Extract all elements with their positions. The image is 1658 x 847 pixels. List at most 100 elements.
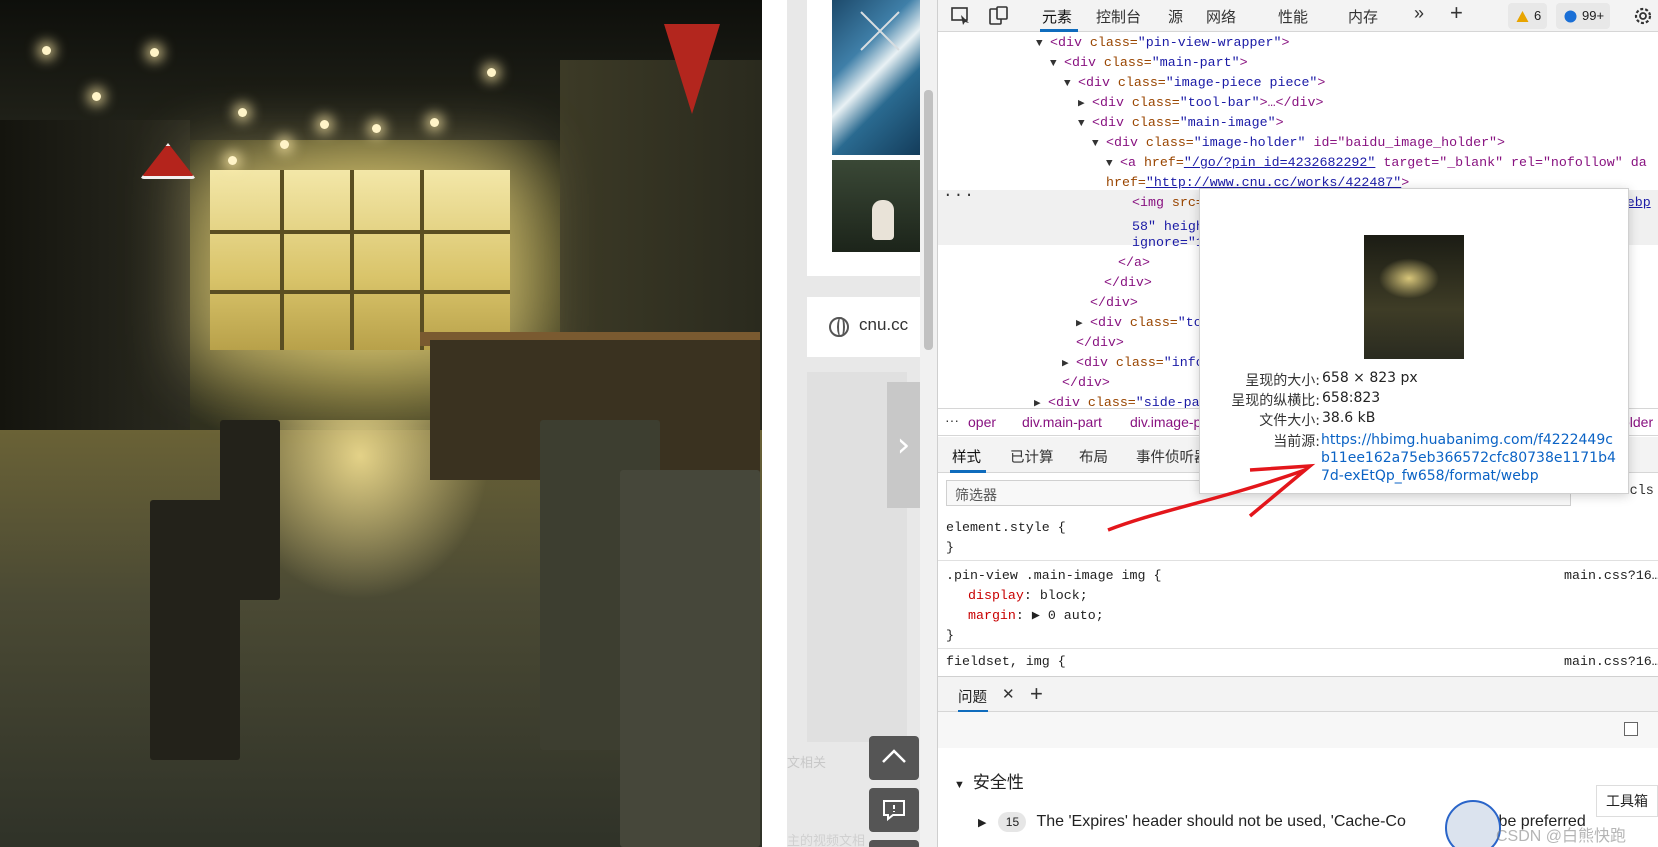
dom-node-line[interactable]: </div> (1062, 335, 1124, 350)
assistant-avatar[interactable] (1445, 800, 1501, 847)
screen: cnu.cc › 文相关 主的视频文相 元素 控制台 源 网络 性能 内存 » … (0, 0, 1658, 847)
dom-attr-name: class= (1129, 315, 1178, 330)
faint-text-2: 主的视频文相 (787, 834, 866, 847)
dom-node-line[interactable]: ▼ <div class="pin-view-wrapper"> (1036, 35, 1289, 50)
watermark: CSDN @白熊快跑 (1496, 828, 1627, 845)
toolbox-button[interactable]: 工具箱 (1596, 785, 1658, 817)
main-image-photo (0, 0, 762, 847)
breadcrumb-more[interactable]: ··· (945, 412, 959, 428)
dom-tag-end: > (1239, 55, 1248, 70)
dom-tag: </a> (1118, 255, 1150, 270)
add-tab-icon[interactable]: + (1450, 0, 1463, 26)
dom-node-line[interactable]: </div> (1090, 275, 1152, 290)
chevron-down-icon[interactable]: ▼ (1064, 78, 1078, 90)
tab-styles[interactable]: 样式 (952, 446, 981, 467)
close-icon[interactable]: ✕ (1002, 685, 1015, 703)
source-site-label: cnu.cc (859, 315, 909, 334)
dom-node-line[interactable]: </a> (1104, 255, 1150, 270)
dom-attr-name: class= (1131, 95, 1180, 110)
page-scrollbar[interactable] (920, 0, 937, 847)
dom-attr-name: class= (1103, 55, 1152, 70)
chevron-right-icon[interactable]: ▶ (1078, 96, 1092, 110)
dom-attr-name: class= (1089, 35, 1138, 50)
dom-node-line[interactable]: ▶<div class="tool-bar">…</div> (1078, 95, 1323, 110)
dom-node-line[interactable]: ▼ <div class="main-part"> (1050, 55, 1248, 70)
tab-memory[interactable]: 内存 (1348, 6, 1378, 27)
dom-node-line[interactable]: ▼ <div class="image-piece piece"> (1064, 75, 1325, 90)
node-actions-ellipsis[interactable]: ··· (943, 186, 975, 204)
tab-computed[interactable]: 已计算 (1010, 446, 1054, 467)
dom-tag: <div (1050, 35, 1090, 50)
issues-toolbar (938, 712, 1658, 748)
close-icon[interactable] (857, 8, 903, 54)
css-value[interactable]: ▶ 0 auto; (1032, 608, 1104, 623)
share-button[interactable] (869, 840, 919, 847)
rule-close: } (946, 628, 954, 643)
issue-count-badge: 15 (998, 812, 1027, 832)
warnings-badge[interactable]: 6 (1508, 3, 1548, 29)
file-size-label: 文件大小: (1259, 413, 1320, 429)
dom-node-line[interactable]: ▼ <a href="/go/?pin_id=4232682292" target… (1106, 155, 1647, 170)
dom-tag: <div (1064, 55, 1104, 70)
chevron-right-icon[interactable]: ▶ (1062, 356, 1076, 370)
tab-sources[interactable]: 源 (1168, 6, 1183, 27)
annotation-arrow (1107, 463, 1316, 532)
dom-node-line[interactable]: ▼ <div class="image-holder" id="baidu_ima… (1092, 135, 1505, 150)
css-value[interactable]: block; (1040, 588, 1088, 603)
chevron-down-icon[interactable]: ▼ (1036, 38, 1050, 50)
tab-performance[interactable]: 性能 (1278, 6, 1308, 27)
settings-gear-icon[interactable] (1631, 4, 1655, 28)
css-property[interactable]: margin (968, 608, 1016, 623)
dom-attr-name: href= (1143, 155, 1184, 170)
dom-tag: <div (1078, 75, 1118, 90)
tab-console[interactable]: 控制台 (1096, 6, 1141, 27)
chevron-down-icon[interactable]: ▼ (1078, 118, 1092, 130)
dom-tag: <div (1090, 315, 1130, 330)
chevron-down-icon[interactable]: ▼ (1106, 158, 1120, 170)
breadcrumb-item[interactable]: div.image-p (1130, 414, 1201, 430)
dom-tag-end: >…</div> (1259, 95, 1324, 110)
chevron-down-icon[interactable]: ▼ (1092, 138, 1106, 150)
chevron-right-icon[interactable]: ▶ (1076, 316, 1090, 330)
source-site-link[interactable]: cnu.cc (807, 297, 937, 357)
rule-close: } (946, 540, 954, 555)
security-heading: 安全性 (972, 773, 1024, 792)
stylesheet-link[interactable]: main.css?16… (1564, 654, 1658, 669)
tab-issues[interactable]: 问题 (958, 686, 987, 707)
aspect-ratio-label: 呈现的纵横比: (1231, 393, 1320, 409)
dom-node-line[interactable]: </div> (1076, 295, 1138, 310)
chevron-down-icon[interactable]: ▼ (1050, 58, 1064, 70)
include-third-party-checkbox[interactable] (1624, 722, 1638, 736)
dom-node-line[interactable]: </div> (1048, 375, 1110, 390)
inspect-element-icon[interactable] (950, 5, 972, 27)
image-preview-tooltip: 呈现的大小: 658 × 823 px 呈现的纵横比: 658:823 文件大小: 3… (1199, 188, 1629, 494)
breadcrumb-item[interactable]: oper (968, 414, 996, 430)
messages-badge[interactable]: 99+ (1556, 3, 1611, 29)
dom-attr-name: class= (1117, 75, 1166, 90)
next-image-button[interactable]: › (887, 382, 920, 508)
device-toolbar-icon[interactable] (988, 5, 1010, 27)
breadcrumb-item[interactable]: div.main-part (1022, 414, 1102, 430)
dom-attr-value: "image-holder" (1193, 135, 1306, 150)
security-section-header[interactable]: ▼ 安全性 (954, 768, 1024, 793)
add-drawer-tab-icon[interactable]: + (1030, 681, 1043, 707)
dom-tag: <div (1092, 115, 1132, 130)
globe-icon (829, 317, 849, 337)
dom-tag: <div (1076, 355, 1116, 370)
tab-network[interactable]: 网络 (1206, 6, 1236, 27)
tab-elements[interactable]: 元素 (1042, 6, 1072, 27)
dom-attr-value: "pin-view-wrapper" (1137, 35, 1282, 50)
current-source-link[interactable]: https://hbimg.huabanimg.com/f4222449cb11… (1321, 431, 1617, 485)
dom-attr-value: "main-image" (1179, 115, 1276, 130)
dom-tag-end: id="baidu_image_holder"> (1305, 135, 1506, 150)
more-tabs-icon[interactable]: » (1414, 3, 1424, 24)
image-preview-thumbnail (1364, 235, 1464, 359)
rendered-size-value: 658 × 823 px (1322, 370, 1418, 386)
dom-node-line[interactable]: ▼ <div class="main-image"> (1078, 115, 1284, 130)
stylesheet-link[interactable]: main.css?16… (1564, 568, 1658, 583)
chevron-down-icon: ▼ (954, 779, 965, 791)
css-property[interactable]: display (968, 588, 1024, 603)
feedback-button[interactable] (869, 788, 919, 832)
dom-tag: </div> (1076, 335, 1124, 350)
back-to-top-button[interactable] (869, 736, 919, 780)
